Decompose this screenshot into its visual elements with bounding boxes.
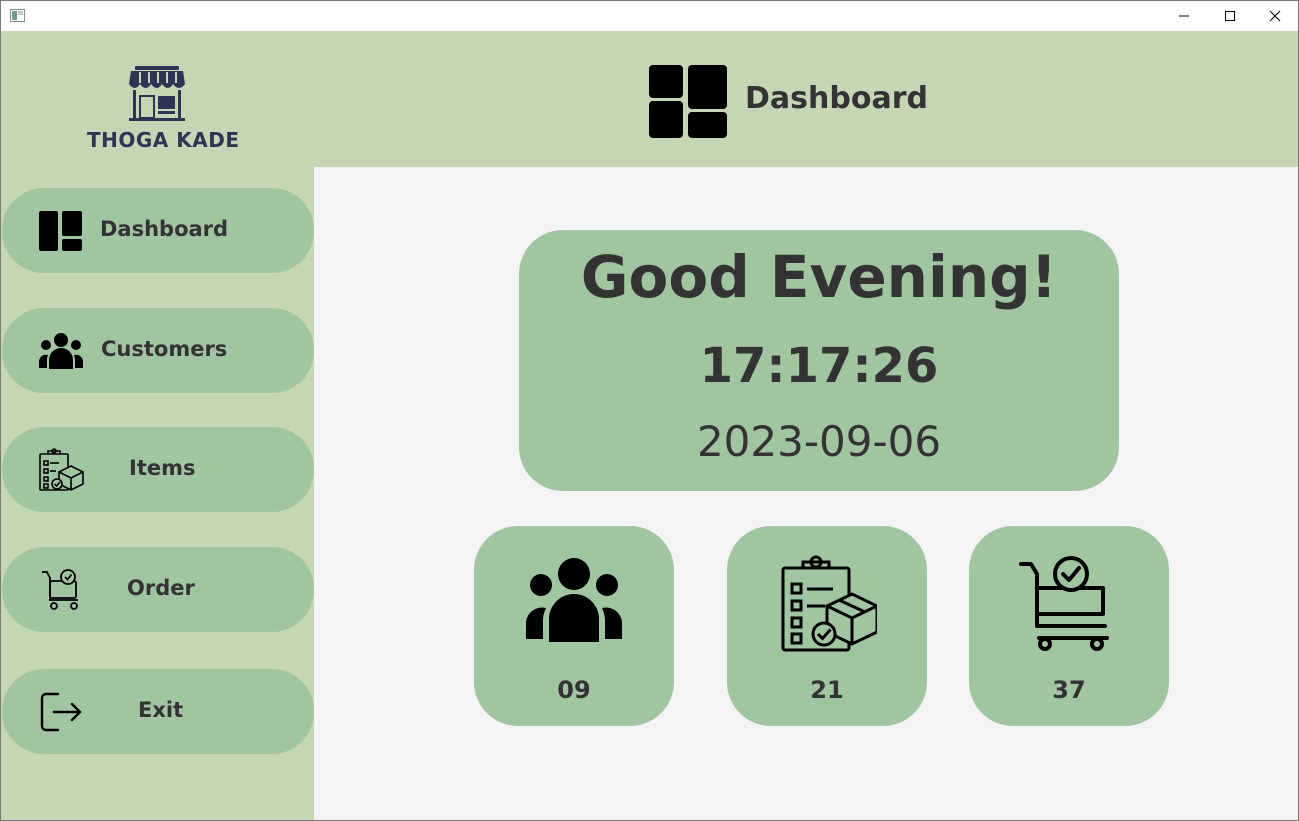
current-date: 2023-09-06 xyxy=(696,417,942,466)
sidebar: THOGA KADE Dashboard Customers Items Ord… xyxy=(1,31,314,820)
customers-count: 09 xyxy=(557,676,591,704)
sidebar-item-label: Customers xyxy=(101,337,228,361)
dashboard-icon xyxy=(649,65,727,138)
sidebar-item-label: Exit xyxy=(138,698,184,722)
sidebar-item-order[interactable]: Order xyxy=(2,547,314,632)
dashboard-icon xyxy=(36,207,86,255)
close-icon xyxy=(1269,10,1281,22)
cart-check-icon xyxy=(969,554,1169,654)
clipboard-box-icon xyxy=(36,446,86,494)
main-content: Good Evening! 17:17:26 2023-09-06 09 21 … xyxy=(314,167,1298,820)
cart-check-icon xyxy=(36,566,86,614)
orders-count: 37 xyxy=(1052,676,1086,704)
sidebar-item-dashboard[interactable]: Dashboard xyxy=(2,188,314,273)
users-icon xyxy=(474,554,674,644)
orders-count-card: 37 xyxy=(969,526,1169,726)
app-window: THOGA KADE Dashboard Customers Items Ord… xyxy=(0,0,1299,821)
maximize-button[interactable] xyxy=(1207,1,1253,31)
brand-name: THOGA KADE xyxy=(87,128,240,152)
logout-icon xyxy=(36,688,86,736)
sidebar-item-exit[interactable]: Exit xyxy=(2,669,314,754)
users-icon xyxy=(36,327,86,375)
sidebar-item-items[interactable]: Items xyxy=(2,427,314,512)
clipboard-box-icon xyxy=(727,554,927,654)
greeting-text: Good Evening! xyxy=(580,243,1058,311)
app-icon xyxy=(10,9,25,22)
sidebar-item-customers[interactable]: Customers xyxy=(2,308,314,393)
sidebar-item-label: Order xyxy=(127,576,195,600)
close-button[interactable] xyxy=(1252,1,1298,31)
maximize-icon xyxy=(1225,11,1235,21)
page-title: Dashboard xyxy=(745,81,928,116)
sidebar-item-label: Items xyxy=(129,456,196,480)
items-count: 21 xyxy=(810,676,844,704)
page-header: Dashboard xyxy=(314,31,1298,167)
minimize-icon xyxy=(1179,15,1189,17)
sidebar-item-label: Dashboard xyxy=(100,217,229,241)
customers-count-card: 09 xyxy=(474,526,674,726)
clock-time: 17:17:26 xyxy=(699,338,939,394)
greeting-card: Good Evening! 17:17:26 2023-09-06 xyxy=(519,230,1119,491)
shop-icon xyxy=(129,66,185,121)
minimize-button[interactable] xyxy=(1161,1,1207,31)
brand-logo: THOGA KADE xyxy=(87,66,240,156)
items-count-card: 21 xyxy=(727,526,927,726)
title-bar xyxy=(1,1,1298,31)
